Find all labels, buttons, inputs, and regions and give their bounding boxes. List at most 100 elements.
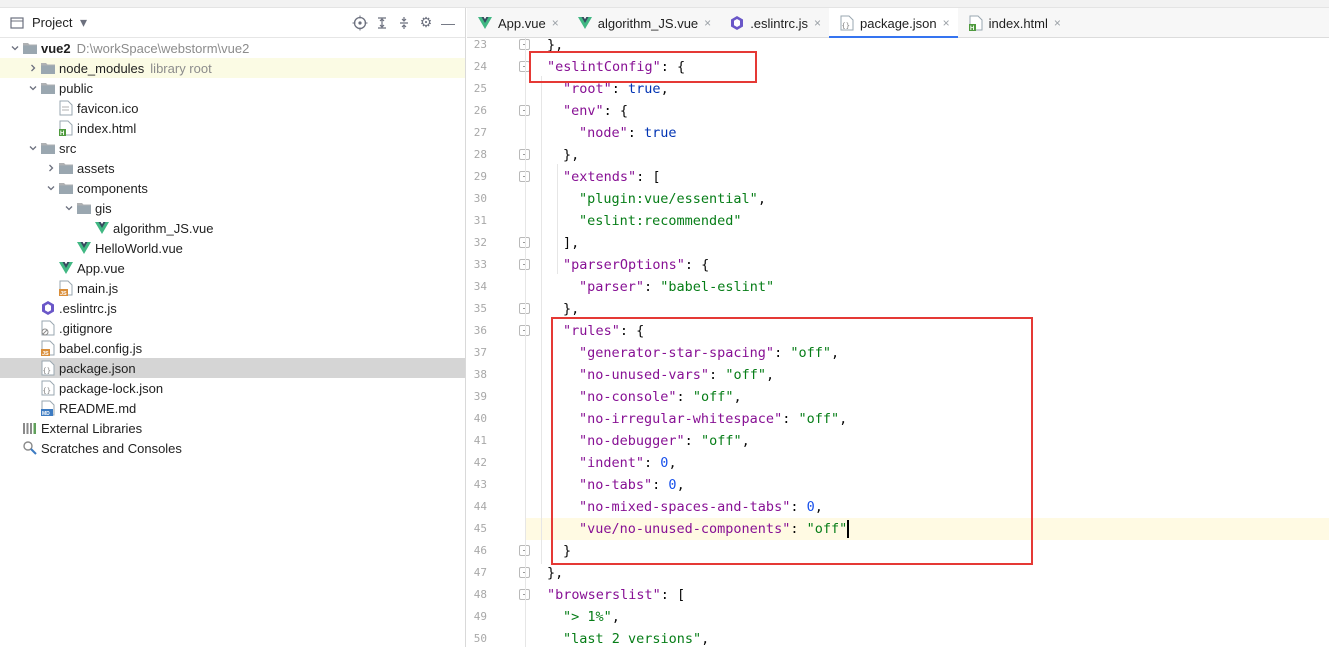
tree-item[interactable]: JS babel.config.js	[0, 338, 465, 358]
tree-item[interactable]: public	[0, 78, 465, 98]
editor-tab[interactable]: App.vue ×	[467, 8, 567, 38]
folder-icon	[76, 200, 92, 216]
editor-tabs: App.vue × algorithm_JS.vue × .eslintrc.js ×{}…	[467, 8, 1329, 39]
code-line[interactable]: },	[547, 562, 563, 584]
code-token: "browserslist"	[547, 587, 661, 603]
folder-icon	[40, 60, 56, 76]
code-line[interactable]: "env": {	[563, 100, 628, 122]
line-number: 25	[473, 82, 487, 95]
code-token: },	[563, 147, 580, 163]
code-token: true	[628, 81, 661, 97]
code-line[interactable]: "parser": "babel-eslint"	[579, 276, 774, 298]
tree-item[interactable]: favicon.ico	[0, 98, 465, 118]
editor-tab-label: index.html	[988, 15, 1048, 31]
chevron-down-icon[interactable]	[62, 201, 76, 215]
gear-icon[interactable]: ⚙	[415, 12, 437, 34]
chevron-down-icon[interactable]	[26, 141, 40, 155]
tree-item[interactable]: src	[0, 138, 465, 158]
code-line[interactable]: "browserslist": [	[547, 584, 685, 606]
line-number: 37	[473, 346, 487, 359]
tree-item[interactable]: {} package-lock.json	[0, 378, 465, 398]
chevron-down-icon[interactable]: ▾	[72, 12, 94, 34]
chevron-down-icon[interactable]	[26, 81, 40, 95]
close-icon[interactable]: ×	[814, 16, 821, 30]
editor-tab[interactable]: {} package.json ×	[829, 8, 958, 39]
minimize-icon[interactable]: —	[437, 12, 459, 34]
line-number: 30	[473, 192, 487, 205]
line-number: 32	[473, 236, 487, 249]
tree-item[interactable]: {} package.json	[0, 358, 465, 378]
tree-item[interactable]: assets	[0, 158, 465, 178]
expand-all-icon[interactable]	[371, 12, 393, 34]
json-file-icon: {}	[839, 15, 855, 31]
chevron-right-icon[interactable]	[26, 61, 40, 75]
tree-item[interactable]: Scratches and Consoles	[0, 438, 465, 458]
close-icon[interactable]: ×	[704, 16, 711, 30]
tree-item[interactable]: Hindex.html	[0, 118, 465, 138]
code-line[interactable]: "extends": [	[563, 166, 661, 188]
code-line[interactable]: "> 1%",	[563, 606, 620, 628]
tree-item[interactable]: App.vue	[0, 258, 465, 278]
tree-item-label: public	[59, 80, 93, 96]
tree-item[interactable]: components	[0, 178, 465, 198]
code-token: :	[627, 125, 645, 141]
tree-item-detail: D:\workSpace\webstorm\vue2	[76, 40, 250, 56]
editor-tab[interactable]: .eslintrc.js ×	[719, 8, 829, 38]
vue-file-icon	[58, 260, 74, 276]
code-line[interactable]: "eslint:recommended"	[579, 210, 742, 232]
project-view-icon[interactable]	[6, 12, 28, 34]
chevron-right-icon[interactable]	[44, 161, 58, 175]
chevron-down-icon[interactable]	[44, 181, 58, 195]
html-file-icon: H	[58, 120, 74, 136]
close-icon[interactable]: ×	[1054, 16, 1061, 30]
close-icon[interactable]: ×	[552, 16, 559, 30]
tree-item[interactable]: algorithm_JS.vue	[0, 218, 465, 238]
svg-text:{}: {}	[43, 387, 51, 395]
code-line[interactable]: "plugin:vue/essential",	[579, 188, 766, 210]
code-editor[interactable]: 23 24 25 26 27 28 29 30 31 32 33 34 35 36 37 38 39 40 41 42…	[467, 38, 1329, 647]
code-token: : {	[603, 103, 629, 119]
tree-item[interactable]: gis	[0, 198, 465, 218]
tree-item-label: babel.config.js	[59, 340, 143, 356]
tree-item[interactable]: .gitignore	[0, 318, 465, 338]
line-number: 40	[473, 412, 487, 425]
code-line[interactable]: "last 2 versions",	[563, 628, 709, 647]
collapse-all-icon[interactable]	[393, 12, 415, 34]
tree-item-label: Scratches and Consoles	[41, 440, 182, 456]
editor-tab[interactable]: algorithm_JS.vue ×	[567, 8, 719, 38]
line-number: 23	[473, 38, 487, 51]
locate-icon[interactable]	[349, 12, 371, 34]
highlight-box-eslintconfig	[529, 51, 757, 83]
tree-item[interactable]: .eslintrc.js	[0, 298, 465, 318]
project-panel-title[interactable]: Project	[32, 15, 72, 30]
code-line[interactable]: ],	[563, 232, 579, 254]
code-token: "parser"	[579, 279, 645, 295]
tree-item-label: node_modules	[59, 60, 145, 76]
indent-guide	[525, 38, 526, 647]
tree-item[interactable]: JS main.js	[0, 278, 465, 298]
code-line[interactable]: "parserOptions": {	[563, 254, 709, 276]
code-token: "node"	[579, 125, 628, 141]
editor-tab[interactable]: Hindex.html ×	[958, 8, 1069, 38]
project-tree: vue2 D:\workSpace\webstorm\vue2 node_modul…	[0, 38, 465, 458]
tree-item-label: algorithm_JS.vue	[113, 220, 214, 236]
close-icon[interactable]: ×	[943, 16, 950, 30]
svg-text:JS: JS	[42, 351, 49, 356]
editor-tab-label: App.vue	[498, 15, 546, 31]
tree-item[interactable]: vue2 D:\workSpace\webstorm\vue2	[0, 38, 465, 58]
tree-item[interactable]: MD README.md	[0, 398, 465, 418]
tree-item[interactable]: HelloWorld.vue	[0, 238, 465, 258]
tree-item[interactable]: External Libraries	[0, 418, 465, 438]
tree-item[interactable]: node_modules library root	[0, 58, 465, 78]
code-line[interactable]: },	[563, 144, 579, 166]
code-line[interactable]: "node": true	[579, 122, 677, 144]
chevron-down-icon[interactable]	[8, 41, 22, 55]
svg-text:{}: {}	[43, 367, 51, 375]
indent-guide	[557, 164, 558, 274]
line-number: 48	[473, 588, 487, 601]
line-number: 29	[473, 170, 487, 183]
svg-text:H: H	[970, 26, 974, 31]
